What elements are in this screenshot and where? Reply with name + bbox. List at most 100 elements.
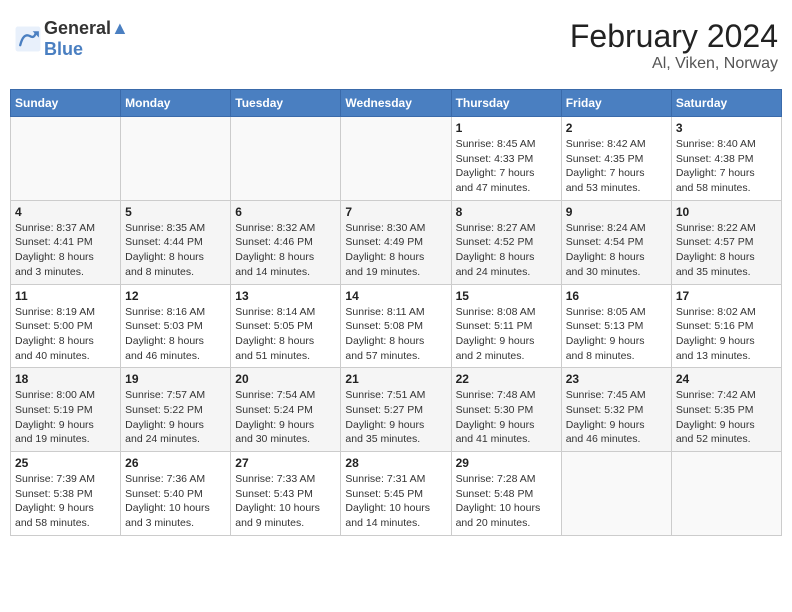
weekday-header-tuesday: Tuesday <box>231 90 341 117</box>
calendar-week-row: 1 Sunrise: 8:45 AM Sunset: 4:33 PM Daylig… <box>11 117 782 201</box>
calendar-week-row: 18 Sunrise: 8:00 AM Sunset: 5:19 PM Dayli… <box>11 368 782 452</box>
day-number: 3 <box>676 121 777 135</box>
calendar-cell <box>341 117 451 201</box>
day-info: Sunrise: 8:19 AM Sunset: 5:00 PM Dayligh… <box>15 305 116 364</box>
calendar-cell: 26Sunrise: 7:36 AM Sunset: 5:40 PM Dayli… <box>121 452 231 536</box>
calendar-cell: 7 Sunrise: 8:30 AM Sunset: 4:49 PM Daylig… <box>341 200 451 284</box>
day-number: 20 <box>235 372 336 386</box>
calendar-cell: 14 Sunrise: 8:11 AM Sunset: 5:08 PM Dayli… <box>341 284 451 368</box>
day-number: 28 <box>345 456 446 470</box>
day-number: 22 <box>456 372 557 386</box>
day-number: 24 <box>676 372 777 386</box>
day-info: Sunrise: 8:24 AM Sunset: 4:54 PM Dayligh… <box>566 221 667 280</box>
calendar-cell: 16 Sunrise: 8:05 AM Sunset: 5:13 PM Dayli… <box>561 284 671 368</box>
day-info: Sunrise: 7:31 AM Sunset: 5:45 PM Dayligh… <box>345 472 446 531</box>
day-info: Sunrise: 7:33 AM Sunset: 5:43 PM Dayligh… <box>235 472 336 531</box>
calendar-cell: 24 Sunrise: 7:42 AM Sunset: 5:35 PM Dayli… <box>671 368 781 452</box>
weekday-header-monday: Monday <box>121 90 231 117</box>
calendar-cell: 6 Sunrise: 8:32 AM Sunset: 4:46 PM Daylig… <box>231 200 341 284</box>
day-info: Sunrise: 8:40 AM Sunset: 4:38 PM Dayligh… <box>676 137 777 196</box>
day-number: 17 <box>676 289 777 303</box>
day-number: 18 <box>15 372 116 386</box>
calendar-cell: 18 Sunrise: 8:00 AM Sunset: 5:19 PM Dayli… <box>11 368 121 452</box>
calendar-cell: 29Sunrise: 7:28 AM Sunset: 5:48 PM Dayli… <box>451 452 561 536</box>
day-number: 9 <box>566 205 667 219</box>
logo-icon <box>14 25 42 53</box>
weekday-header-wednesday: Wednesday <box>341 90 451 117</box>
day-info: Sunrise: 8:16 AM Sunset: 5:03 PM Dayligh… <box>125 305 226 364</box>
calendar-table: SundayMondayTuesdayWednesdayThursdayFrid… <box>10 89 782 536</box>
calendar-week-row: 4Sunrise: 8:37 AM Sunset: 4:41 PM Daylig… <box>11 200 782 284</box>
day-number: 6 <box>235 205 336 219</box>
title-block: February 2024 Al, Viken, Norway <box>570 18 778 73</box>
day-info: Sunrise: 8:42 AM Sunset: 4:35 PM Dayligh… <box>566 137 667 196</box>
day-number: 16 <box>566 289 667 303</box>
day-number: 11 <box>15 289 116 303</box>
calendar-cell: 28 Sunrise: 7:31 AM Sunset: 5:45 PM Dayli… <box>341 452 451 536</box>
calendar-cell <box>121 117 231 201</box>
day-info: Sunrise: 8:35 AM Sunset: 4:44 PM Dayligh… <box>125 221 226 280</box>
day-info: Sunrise: 8:05 AM Sunset: 5:13 PM Dayligh… <box>566 305 667 364</box>
day-info: Sunrise: 8:27 AM Sunset: 4:52 PM Dayligh… <box>456 221 557 280</box>
day-number: 10 <box>676 205 777 219</box>
day-number: 13 <box>235 289 336 303</box>
weekday-header-thursday: Thursday <box>451 90 561 117</box>
day-info: Sunrise: 8:14 AM Sunset: 5:05 PM Dayligh… <box>235 305 336 364</box>
weekday-header-saturday: Saturday <box>671 90 781 117</box>
calendar-cell: 1 Sunrise: 8:45 AM Sunset: 4:33 PM Daylig… <box>451 117 561 201</box>
day-info: Sunrise: 8:30 AM Sunset: 4:49 PM Dayligh… <box>345 221 446 280</box>
day-info: Sunrise: 7:57 AM Sunset: 5:22 PM Dayligh… <box>125 388 226 447</box>
calendar-cell <box>11 117 121 201</box>
day-number: 21 <box>345 372 446 386</box>
weekday-header-friday: Friday <box>561 90 671 117</box>
day-info: Sunrise: 8:02 AM Sunset: 5:16 PM Dayligh… <box>676 305 777 364</box>
day-info: Sunrise: 8:45 AM Sunset: 4:33 PM Dayligh… <box>456 137 557 196</box>
day-number: 5 <box>125 205 226 219</box>
calendar-cell: 23Sunrise: 7:45 AM Sunset: 5:32 PM Dayli… <box>561 368 671 452</box>
calendar-cell: 20 Sunrise: 7:54 AM Sunset: 5:24 PM Dayli… <box>231 368 341 452</box>
day-number: 27 <box>235 456 336 470</box>
calendar-cell: 15 Sunrise: 8:08 AM Sunset: 5:11 PM Dayli… <box>451 284 561 368</box>
calendar-cell: 9 Sunrise: 8:24 AM Sunset: 4:54 PM Daylig… <box>561 200 671 284</box>
calendar-cell: 25Sunrise: 7:39 AM Sunset: 5:38 PM Dayli… <box>11 452 121 536</box>
day-info: Sunrise: 8:08 AM Sunset: 5:11 PM Dayligh… <box>456 305 557 364</box>
day-number: 12 <box>125 289 226 303</box>
day-info: Sunrise: 8:32 AM Sunset: 4:46 PM Dayligh… <box>235 221 336 280</box>
day-number: 8 <box>456 205 557 219</box>
day-number: 4 <box>15 205 116 219</box>
logo: General▲ Blue <box>14 18 129 60</box>
calendar-cell <box>561 452 671 536</box>
day-info: Sunrise: 7:42 AM Sunset: 5:35 PM Dayligh… <box>676 388 777 447</box>
calendar-cell: 17 Sunrise: 8:02 AM Sunset: 5:16 PM Dayli… <box>671 284 781 368</box>
day-number: 15 <box>456 289 557 303</box>
month-title: February 2024 <box>570 18 778 55</box>
day-number: 14 <box>345 289 446 303</box>
calendar-cell: 27 Sunrise: 7:33 AM Sunset: 5:43 PM Dayli… <box>231 452 341 536</box>
day-info: Sunrise: 7:54 AM Sunset: 5:24 PM Dayligh… <box>235 388 336 447</box>
calendar-week-row: 25Sunrise: 7:39 AM Sunset: 5:38 PM Dayli… <box>11 452 782 536</box>
calendar-cell: 22Sunrise: 7:48 AM Sunset: 5:30 PM Dayli… <box>451 368 561 452</box>
calendar-cell: 19Sunrise: 7:57 AM Sunset: 5:22 PM Dayli… <box>121 368 231 452</box>
day-number: 7 <box>345 205 446 219</box>
calendar-cell: 10 Sunrise: 8:22 AM Sunset: 4:57 PM Dayli… <box>671 200 781 284</box>
calendar-cell <box>231 117 341 201</box>
calendar-cell: 12 Sunrise: 8:16 AM Sunset: 5:03 PM Dayli… <box>121 284 231 368</box>
day-info: Sunrise: 7:36 AM Sunset: 5:40 PM Dayligh… <box>125 472 226 531</box>
day-info: Sunrise: 7:39 AM Sunset: 5:38 PM Dayligh… <box>15 472 116 531</box>
calendar-week-row: 11 Sunrise: 8:19 AM Sunset: 5:00 PM Dayli… <box>11 284 782 368</box>
calendar-cell: 2Sunrise: 8:42 AM Sunset: 4:35 PM Daylig… <box>561 117 671 201</box>
calendar-cell: 13 Sunrise: 8:14 AM Sunset: 5:05 PM Dayli… <box>231 284 341 368</box>
day-info: Sunrise: 8:11 AM Sunset: 5:08 PM Dayligh… <box>345 305 446 364</box>
day-info: Sunrise: 7:28 AM Sunset: 5:48 PM Dayligh… <box>456 472 557 531</box>
calendar-cell <box>671 452 781 536</box>
calendar-cell: 8 Sunrise: 8:27 AM Sunset: 4:52 PM Daylig… <box>451 200 561 284</box>
calendar-cell: 4Sunrise: 8:37 AM Sunset: 4:41 PM Daylig… <box>11 200 121 284</box>
day-info: Sunrise: 8:00 AM Sunset: 5:19 PM Dayligh… <box>15 388 116 447</box>
day-number: 23 <box>566 372 667 386</box>
day-number: 1 <box>456 121 557 135</box>
day-info: Sunrise: 8:22 AM Sunset: 4:57 PM Dayligh… <box>676 221 777 280</box>
calendar-header-row: SundayMondayTuesdayWednesdayThursdayFrid… <box>11 90 782 117</box>
logo-text: General▲ Blue <box>44 18 129 60</box>
day-info: Sunrise: 7:51 AM Sunset: 5:27 PM Dayligh… <box>345 388 446 447</box>
calendar-cell: 21 Sunrise: 7:51 AM Sunset: 5:27 PM Dayli… <box>341 368 451 452</box>
